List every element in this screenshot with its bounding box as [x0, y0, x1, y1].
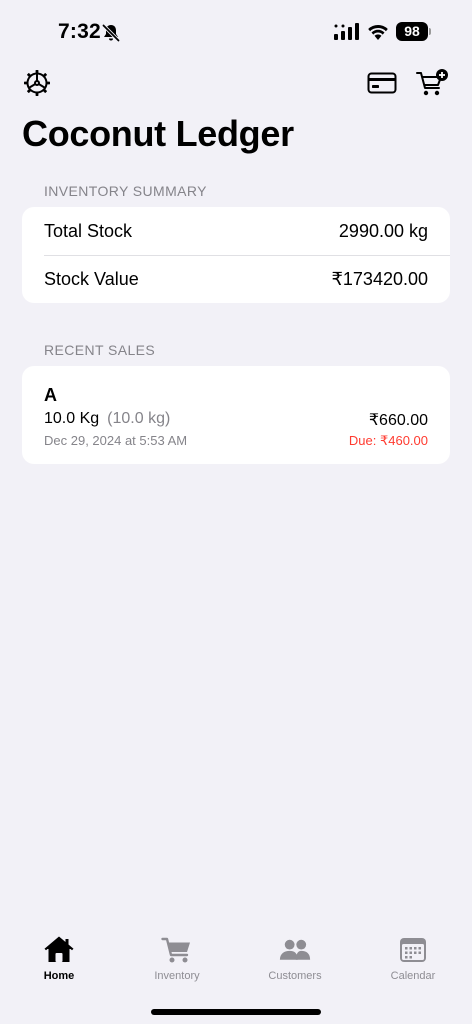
credit-card-icon [367, 72, 397, 94]
tab-home[interactable]: Home [9, 936, 109, 992]
tab-calendar[interactable]: Calendar [363, 936, 463, 992]
tab-customers[interactable]: Customers [245, 936, 345, 992]
battery-indicator: 98 [396, 22, 428, 41]
sale-quantity-secondary: (10.0 kg) [107, 410, 171, 427]
tab-home-label: Home [43, 970, 75, 982]
tab-inventory-label: Inventory [154, 970, 200, 982]
sale-amount: ₹660.00 [368, 412, 428, 429]
status-time: 7:32 [58, 20, 101, 43]
cart-plus-icon [416, 69, 448, 96]
calendar-icon [400, 938, 426, 962]
recent-sales-header: RECENT SALES [44, 342, 156, 358]
cellular-signal-icon [334, 23, 359, 40]
tab-inventory[interactable]: Inventory [127, 936, 227, 992]
stock-value-row: Stock Value ₹173420.00 [22, 255, 450, 303]
gear-icon [24, 70, 50, 96]
sale-quantity: 10.0 Kg (10.0 kg) [44, 410, 170, 428]
sale-date: Dec 29, 2024 at 5:53 AM [44, 433, 188, 448]
sale-quantity-value: 10.0 Kg [44, 410, 100, 427]
inventory-summary-header: INVENTORY SUMMARY [44, 183, 207, 199]
bell-slash-icon [102, 24, 120, 42]
cart-icon [161, 937, 190, 963]
stock-value-label: Stock Value [44, 268, 139, 289]
page-title: Coconut Ledger [22, 113, 294, 154]
sale-customer-name: A [44, 385, 57, 405]
add-sale-button[interactable] [414, 65, 450, 101]
wifi-icon [368, 24, 388, 40]
sale-due-amount: Due: ₹460.00 [348, 433, 428, 448]
stock-value-value: ₹173420.00 [331, 268, 428, 289]
total-stock-label: Total Stock [44, 220, 133, 241]
status-bar: 7:32 98 [0, 0, 472, 60]
house-icon [44, 936, 74, 962]
tab-calendar-label: Calendar [390, 970, 436, 982]
settings-button[interactable] [19, 65, 55, 101]
total-stock-row: Total Stock 2990.00 kg [22, 207, 450, 255]
payment-card-button[interactable] [364, 65, 400, 101]
inventory-summary-card: Total Stock 2990.00 kg Stock Value ₹1734… [22, 207, 450, 303]
total-stock-value: 2990.00 kg [338, 220, 428, 241]
home-indicator [151, 1009, 321, 1015]
tab-customers-label: Customers [268, 970, 322, 982]
people-icon [279, 939, 311, 960]
battery-nub [429, 28, 431, 35]
sale-list-item[interactable]: A 10.0 Kg (10.0 kg) Dec 29, 2024 at 5:53 … [22, 366, 450, 464]
